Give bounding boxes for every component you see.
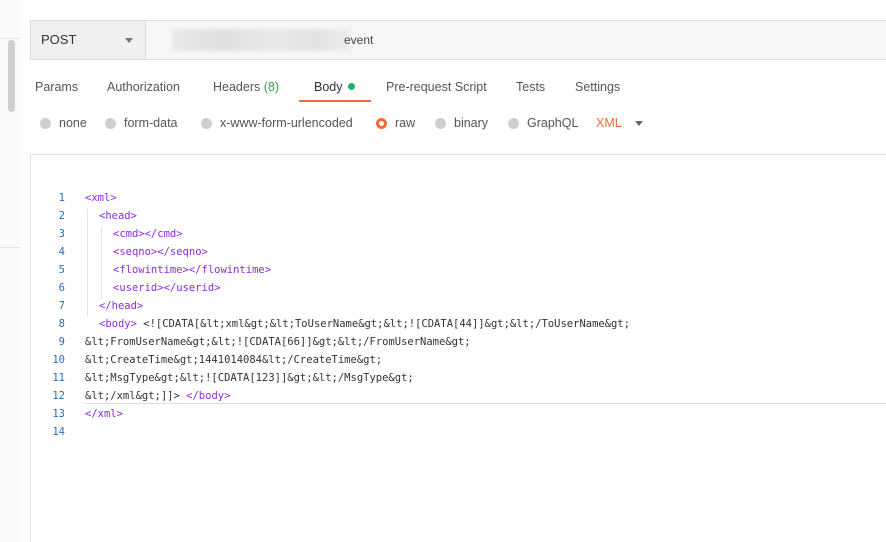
- code-text: &lt;FromUserName&gt;&lt;![CDATA[66]]&gt;…: [85, 336, 471, 348]
- xml-tag: <flowintime>: [113, 264, 189, 276]
- radio-circle-checked: [376, 117, 387, 129]
- radio-circle: [40, 117, 51, 129]
- code-text: &lt;/xml&gt;]]>: [85, 390, 187, 402]
- radio-label: raw: [395, 116, 416, 130]
- xml-tag: <cmd>: [113, 228, 145, 240]
- line-number: 4: [58, 246, 65, 258]
- xml-tag: <body>: [99, 318, 137, 330]
- radio-label: GraphQL: [527, 116, 579, 130]
- radio-label: x-www-form-urlencoded: [220, 116, 353, 130]
- radio-binary[interactable]: binary: [435, 116, 488, 130]
- radio-graphql[interactable]: GraphQL: [508, 116, 578, 130]
- xml-tag: </body>: [186, 390, 231, 402]
- code-content: &lt;/xml&gt;]]> </body>: [85, 387, 230, 405]
- radio-circle: [435, 117, 446, 129]
- url-input[interactable]: event: [147, 21, 886, 59]
- line-number: 1: [58, 192, 65, 204]
- xml-tag: </userid>: [163, 282, 221, 294]
- xml-tag: <head>: [99, 210, 137, 222]
- line-number: 6: [58, 282, 65, 294]
- tab-settings[interactable]: Settings: [575, 80, 620, 94]
- tab-pre-request-script[interactable]: Pre-request Script: [386, 80, 487, 94]
- headers-count-badge: (8): [263, 80, 280, 94]
- chevron-down-icon: [125, 38, 133, 43]
- line-number: 11: [52, 372, 65, 384]
- active-tab-indicator: [299, 100, 371, 102]
- xml-tag: </seqno>: [157, 246, 208, 258]
- line-number: 7: [58, 300, 65, 312]
- tab-authorization[interactable]: Authorization: [107, 80, 180, 94]
- tab-headers[interactable]: Headers (8): [213, 80, 279, 94]
- code-content: <head>: [99, 207, 137, 225]
- redacted-url-blur: [172, 29, 352, 51]
- radio-x-www-form-urlencoded[interactable]: x-www-form-urlencoded: [201, 116, 353, 130]
- code-content: <flowintime></flowintime>: [113, 261, 271, 279]
- code-content: <cmd></cmd>: [113, 225, 183, 243]
- code-editor[interactable]: 1 <xml> 2 <head> 3 <cmd></cmd> 4 <seqno></se…: [30, 154, 886, 542]
- radio-circle: [201, 117, 212, 129]
- tab-label: Params: [35, 80, 79, 94]
- side-scrollbar[interactable]: [8, 40, 15, 112]
- radio-raw[interactable]: raw: [376, 116, 415, 130]
- radio-none[interactable]: none: [40, 116, 87, 130]
- line-number: 12: [52, 390, 65, 402]
- side-divider: [0, 247, 20, 248]
- code-content: <xml>: [85, 189, 117, 207]
- xml-tag: </flowintime>: [188, 264, 272, 276]
- radio-circle: [508, 117, 519, 129]
- indent-guide: [101, 227, 102, 299]
- line-number: 9: [58, 336, 65, 348]
- xml-tag: </cmd>: [144, 228, 183, 240]
- raw-format-select[interactable]: XML: [596, 116, 622, 130]
- method-label: POST: [41, 32, 77, 47]
- code-content: </head>: [99, 297, 143, 315]
- code-content: <seqno></seqno>: [113, 243, 208, 261]
- tab-params[interactable]: Params: [35, 80, 78, 94]
- xml-tag: <userid>: [113, 282, 164, 294]
- line-number: 3: [58, 228, 65, 240]
- code-content: <body> <![CDATA[&lt;xml&gt;&lt;ToUserNam…: [99, 315, 630, 333]
- radio-form-data[interactable]: form-data: [105, 116, 178, 130]
- radio-label: none: [59, 116, 87, 130]
- radio-circle: [105, 117, 116, 129]
- request-bar: POST event: [30, 20, 886, 60]
- code-content: </xml>: [85, 405, 123, 423]
- line-number: 2: [58, 210, 65, 222]
- xml-tag: </xml>: [85, 408, 123, 420]
- code-text: <![CDATA[&lt;xml&gt;&lt;ToUserName&gt;&l…: [136, 318, 631, 330]
- method-select[interactable]: POST: [31, 21, 146, 59]
- code-content: &lt;CreateTime&gt;1441014084&lt;/CreateT…: [85, 351, 382, 369]
- side-divider: [0, 38, 20, 39]
- line-number: 14: [52, 426, 65, 438]
- xml-tag: <xml>: [85, 192, 117, 204]
- line-number: 13: [52, 408, 65, 420]
- code-text: &lt;CreateTime&gt;1441014084&lt;/CreateT…: [85, 354, 383, 366]
- tab-label: Settings: [575, 80, 621, 94]
- body-indicator-dot: [347, 83, 355, 90]
- indent-guide: [87, 209, 88, 317]
- chevron-down-icon[interactable]: [635, 121, 643, 126]
- line-number: 10: [52, 354, 65, 366]
- code-content: <userid></userid>: [113, 279, 220, 297]
- tab-label: Authorization: [107, 80, 180, 94]
- url-text: event: [344, 33, 374, 47]
- tab-label: Pre-request Script: [386, 80, 487, 94]
- code-content: &lt;MsgType&gt;&lt;![CDATA[123]]&gt;&lt;…: [85, 369, 414, 387]
- code-text: &lt;MsgType&gt;&lt;![CDATA[123]]&gt;&lt;…: [85, 372, 414, 384]
- tab-label: Tests: [516, 80, 546, 94]
- line-number: 5: [58, 264, 65, 276]
- radio-label: binary: [454, 116, 489, 130]
- radio-label: form-data: [124, 116, 178, 130]
- xml-tag: </head>: [99, 300, 144, 312]
- line-number: 8: [58, 318, 65, 330]
- tab-label: Headers: [213, 80, 261, 94]
- tab-tests[interactable]: Tests: [516, 80, 545, 94]
- xml-tag: <seqno>: [113, 246, 158, 258]
- tab-body[interactable]: Body: [314, 80, 355, 94]
- tab-label: Body: [314, 80, 343, 94]
- code-content: &lt;FromUserName&gt;&lt;![CDATA[66]]&gt;…: [85, 333, 471, 351]
